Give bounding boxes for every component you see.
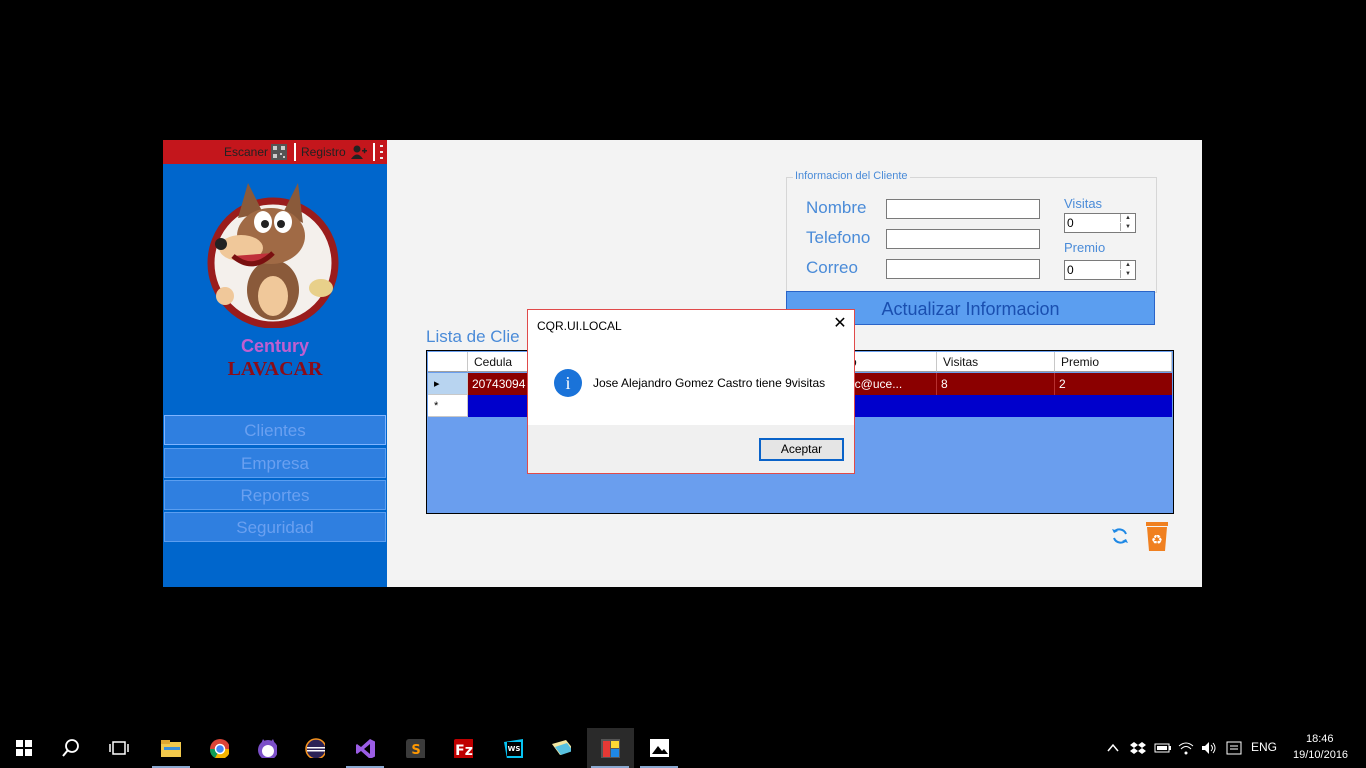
close-icon[interactable]: ✕ <box>830 314 850 334</box>
prize-label: Premio <box>1064 240 1106 255</box>
phone-input[interactable] <box>886 229 1040 249</box>
dropbox-icon[interactable] <box>1130 740 1146 756</box>
current-row-indicator[interactable]: ▸ <box>428 373 468 395</box>
taskbar-filezilla[interactable]: Fz <box>440 728 486 768</box>
taskbar-sublime[interactable]: S <box>392 728 438 768</box>
brand-subname: LAVACAR <box>227 358 323 380</box>
taskbar-cat-app[interactable] <box>244 728 290 768</box>
start-icon <box>16 740 32 756</box>
clock-time[interactable]: 18:46 <box>1306 733 1334 745</box>
file-explorer-icon <box>161 740 181 757</box>
sidebar-topbar: Escaner Registro <box>163 140 387 164</box>
dialog-title: CQR.UI.LOCAL <box>537 319 622 333</box>
taskbar-file-explorer[interactable] <box>148 728 194 768</box>
add-user-icon[interactable] <box>351 145 367 159</box>
spin-up-icon[interactable]: ▲ <box>1120 261 1135 269</box>
grid-corner-header <box>428 352 468 372</box>
name-input[interactable] <box>886 199 1040 219</box>
taskbar-active-app[interactable] <box>587 728 634 768</box>
recycle-bin-icon[interactable]: ♻ <box>1144 520 1170 552</box>
info-icon: i <box>554 369 582 397</box>
spin-down-icon[interactable]: ▼ <box>1120 270 1135 278</box>
cat-app-icon <box>258 739 277 758</box>
nav-empresa-button[interactable]: Empresa <box>164 448 386 478</box>
divider <box>373 143 375 161</box>
table-cell-visitas[interactable]: 8 <box>937 373 1055 395</box>
nav-reportes-button[interactable]: Reportes <box>164 480 386 510</box>
menu-dots-icon[interactable] <box>379 143 385 161</box>
name-label: Nombre <box>806 198 867 217</box>
volume-icon[interactable] <box>1201 740 1217 756</box>
nav-seguridad-button[interactable]: Seguridad <box>164 512 386 542</box>
visits-value: 0 <box>1067 216 1074 230</box>
divider <box>294 143 296 161</box>
column-header-premio[interactable]: Premio <box>1055 352 1172 372</box>
email-input[interactable] <box>886 259 1040 279</box>
battery-icon[interactable] <box>1154 741 1172 755</box>
photos-icon <box>650 739 669 757</box>
svg-text:♻: ♻ <box>1151 533 1163 548</box>
language-indicator[interactable]: ENG <box>1251 740 1277 754</box>
visits-label: Visitas <box>1064 196 1103 211</box>
folder-app-icon <box>552 740 571 755</box>
prize-value: 0 <box>1067 263 1074 277</box>
phone-label: Telefono <box>806 228 871 247</box>
email-label: Correo <box>806 258 858 277</box>
qr-code-icon[interactable] <box>271 144 287 160</box>
table-cell-premio[interactable]: 2 <box>1055 373 1172 395</box>
search-button[interactable] <box>48 728 94 768</box>
taskbar-chrome[interactable] <box>196 728 242 768</box>
svg-text:WS: WS <box>508 745 521 753</box>
spin-up-icon[interactable]: ▲ <box>1120 214 1135 222</box>
chrome-icon <box>209 739 229 758</box>
visual-studio-icon <box>356 739 375 758</box>
webstorm-icon: WS <box>504 739 523 758</box>
notification-icon[interactable] <box>1226 740 1242 756</box>
sublime-icon: S <box>406 739 425 758</box>
prize-stepper[interactable]: 0 ▲ ▼ <box>1064 260 1136 280</box>
taskbar: S Fz WS ENG 18:46 19/10/2016 <box>0 728 1366 768</box>
scan-link[interactable]: Escaner <box>224 145 268 159</box>
task-view-icon <box>109 741 129 755</box>
brand-name: Century <box>240 336 309 356</box>
chevron-up-icon[interactable] <box>1106 742 1120 754</box>
spin-down-icon[interactable]: ▼ <box>1120 223 1135 231</box>
search-icon <box>62 739 79 757</box>
client-list-title: Lista de Clie <box>426 327 520 346</box>
sidebar: Escaner Registro Century LAVACAR Cliente… <box>163 140 387 587</box>
new-row-indicator[interactable]: * <box>428 395 468 417</box>
column-header-visitas[interactable]: Visitas <box>937 352 1055 372</box>
taskbar-webstorm[interactable]: WS <box>490 728 536 768</box>
client-info-legend: Informacion del Cliente <box>793 170 910 182</box>
visits-stepper[interactable]: 0 ▲ ▼ <box>1064 213 1136 233</box>
svg-text:Fz: Fz <box>455 743 473 758</box>
taskbar-photos[interactable] <box>636 728 682 768</box>
taskbar-folder-app[interactable] <box>538 728 584 768</box>
register-link[interactable]: Registro <box>301 145 346 159</box>
wifi-icon[interactable] <box>1178 740 1194 756</box>
filezilla-icon: Fz <box>454 739 473 758</box>
task-view-button[interactable] <box>96 728 142 768</box>
active-app-icon <box>601 739 620 758</box>
ok-button[interactable]: Aceptar <box>759 438 844 461</box>
taskbar-eclipse[interactable] <box>292 728 338 768</box>
taskbar-visual-studio[interactable] <box>342 728 388 768</box>
eclipse-icon <box>305 738 325 758</box>
message-dialog: CQR.UI.LOCAL ✕ i Jose Alejandro Gomez Ca… <box>527 309 855 474</box>
refresh-icon[interactable] <box>1110 526 1130 546</box>
svg-text:S: S <box>411 743 420 758</box>
dialog-message: Jose Alejandro Gomez Castro tiene 9visit… <box>593 376 826 390</box>
mascot-logo <box>207 183 339 328</box>
start-button[interactable] <box>0 728 46 768</box>
clock-date[interactable]: 19/10/2016 <box>1293 749 1348 761</box>
nav-clientes-button[interactable]: Clientes <box>164 415 386 445</box>
